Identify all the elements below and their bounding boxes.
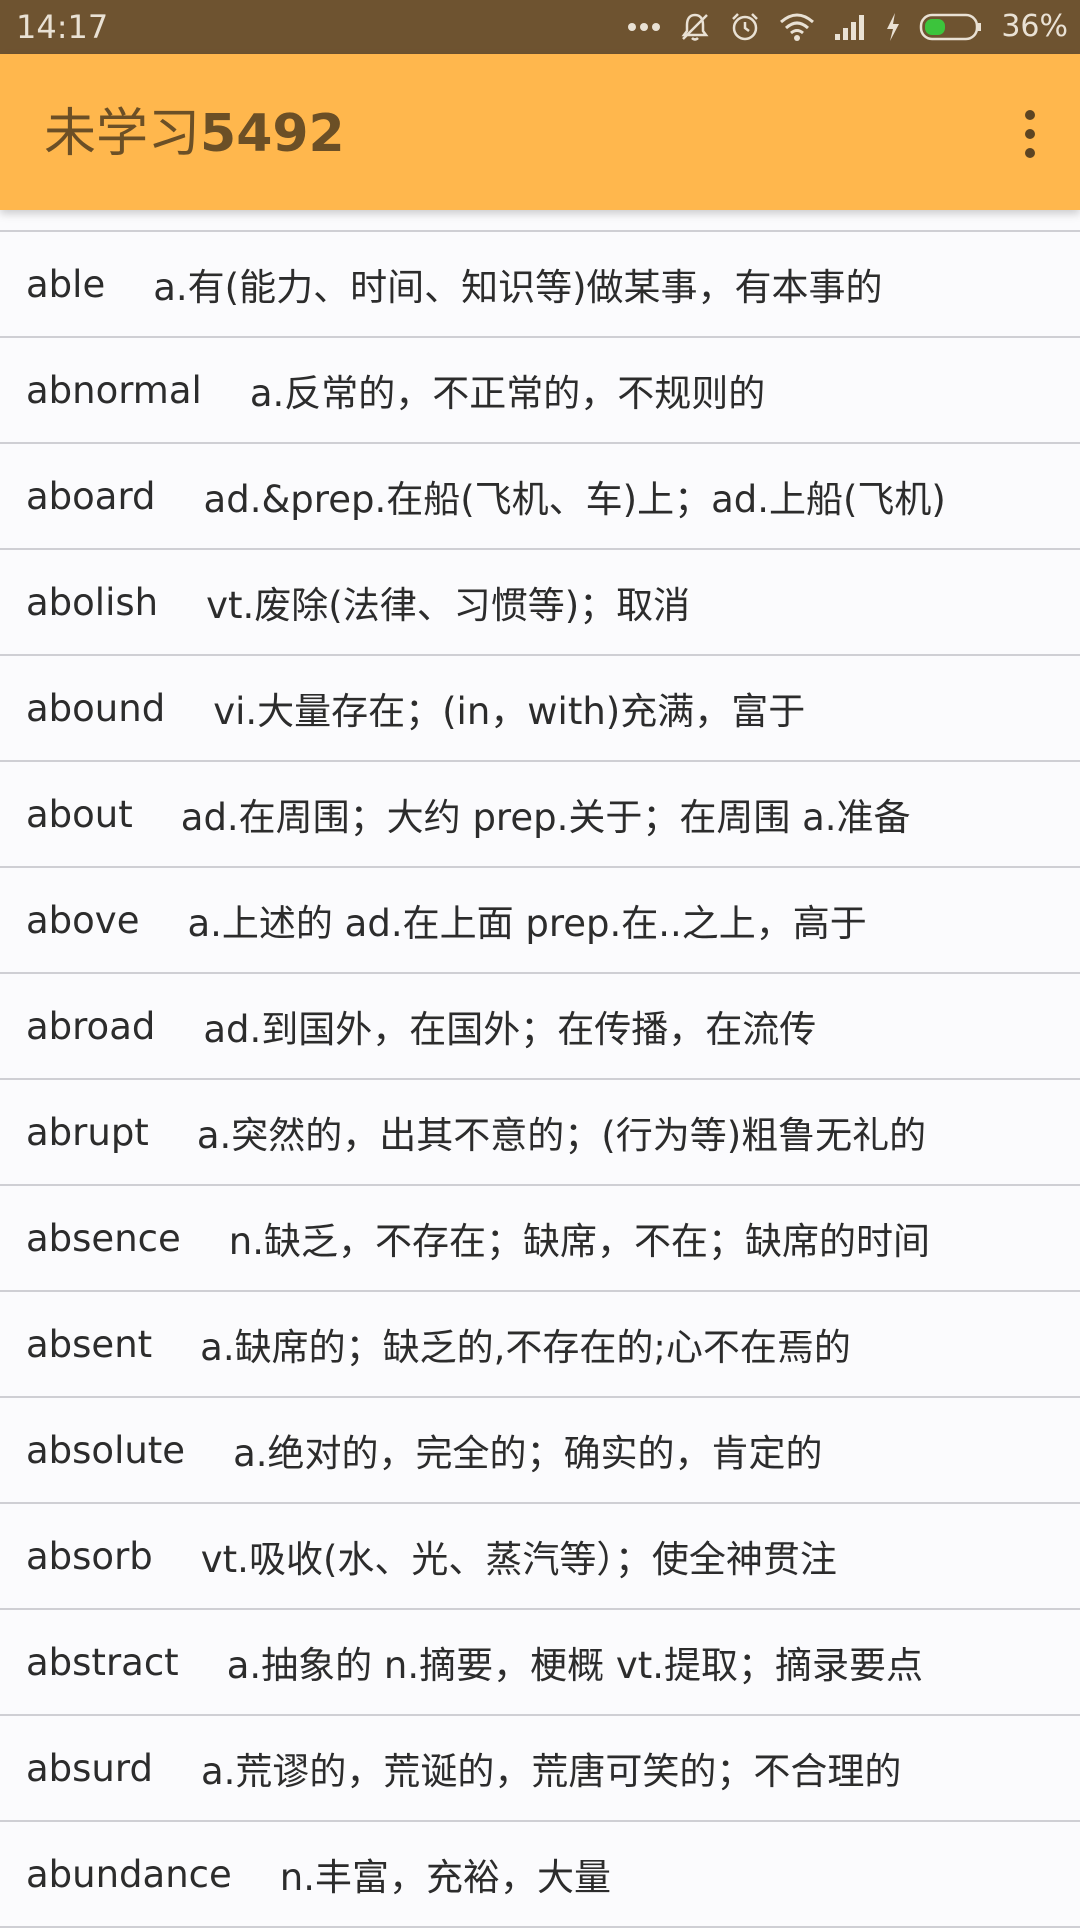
wifi-icon (779, 12, 815, 42)
word-term: abstract (26, 1640, 179, 1684)
word-term: abound (26, 686, 166, 730)
word-meaning: n.缺乏，不存在；缺席，不在；缺席的时间 (228, 1220, 930, 1263)
word-meaning: a.有(能力、时间、知识等)做某事，有本事的 (153, 266, 883, 309)
battery-percent: 36% (1001, 9, 1068, 44)
list-top-gap (0, 210, 1080, 232)
list-item[interactable]: absent a.缺席的；缺乏的,不存在的;心不在焉的 (0, 1292, 1080, 1398)
word-term: absent (26, 1322, 153, 1366)
more-vert-icon (1025, 129, 1035, 139)
word-meaning: ad.在周围；大约 prep.关于；在周围 a.准备 (180, 796, 911, 839)
word-term: abundance (26, 1852, 232, 1896)
word-meaning: a.缺席的；缺乏的,不存在的;心不在焉的 (200, 1326, 851, 1369)
charging-icon (885, 12, 901, 42)
word-term: aboard (26, 474, 156, 518)
word-meaning: a.上述的 ad.在上面 prep.在..之上，高于 (187, 902, 867, 945)
overflow-menu-button[interactable] (1010, 104, 1050, 164)
mute-icon (679, 11, 711, 43)
more-vert-icon (1025, 148, 1035, 158)
list-item[interactable]: abolish vt.废除(法律、习惯等)；取消 (0, 550, 1080, 656)
status-icons: 36% (627, 8, 1068, 46)
unlearned-count: 5492 (200, 104, 345, 164)
word-term: abroad (26, 1004, 156, 1048)
word-meaning: a.突然的，出其不意的；(行为等)粗鲁无礼的 (196, 1114, 927, 1157)
list-item[interactable]: abroad ad.到国外，在国外；在传播，在流传 (0, 974, 1080, 1080)
word-meaning: a.抽象的 n.摘要，梗概 vt.提取；摘录要点 (226, 1644, 924, 1687)
list-item[interactable]: absorb vt.吸收(水、光、蒸汽等）；使全神贯注 (0, 1504, 1080, 1610)
word-term: absorb (26, 1534, 153, 1578)
more-dots-icon (627, 22, 661, 32)
word-meaning: ad.&prep.在船(飞机、车)上；ad.上船(飞机) (203, 478, 946, 521)
list-item[interactable]: absence n.缺乏，不存在；缺席，不在；缺席的时间 (0, 1186, 1080, 1292)
word-meaning: vt.废除(法律、习惯等)；取消 (206, 584, 691, 627)
word-meaning: vt.吸收(水、光、蒸汽等）；使全神贯注 (200, 1538, 837, 1581)
word-meaning: vi.大量存在；(in，with)充满，富于 (213, 690, 806, 733)
list-item[interactable]: abstract a.抽象的 n.摘要，梗概 vt.提取；摘录要点 (0, 1610, 1080, 1716)
app-bar: 未学习5492 (0, 54, 1080, 210)
word-term: abnormal (26, 368, 202, 412)
more-vert-icon (1025, 110, 1035, 120)
list-item[interactable]: abrupt a.突然的，出其不意的；(行为等)粗鲁无礼的 (0, 1080, 1080, 1186)
word-term: above (26, 898, 140, 942)
battery-icon (919, 12, 983, 42)
word-term: absence (26, 1216, 181, 1260)
list-item[interactable]: able a.有(能力、时间、知识等)做某事，有本事的 (0, 232, 1080, 338)
list-item[interactable]: abnormal a.反常的，不正常的，不规则的 (0, 338, 1080, 444)
list-item[interactable]: about ad.在周围；大约 prep.关于；在周围 a.准备 (0, 762, 1080, 868)
word-meaning: a.绝对的，完全的；确实的，肯定的 (233, 1432, 823, 1475)
alarm-icon (729, 11, 761, 43)
word-term: able (26, 262, 106, 306)
word-meaning: a.反常的，不正常的，不规则的 (249, 372, 766, 415)
status-bar: 14:17 36% (0, 0, 1080, 54)
word-term: about (26, 792, 133, 836)
status-time: 14:17 (16, 8, 109, 46)
list-item[interactable]: abundance n.丰富，充裕，大量 (0, 1822, 1080, 1928)
word-meaning: a.荒谬的，荒诞的，荒唐可笑的；不合理的 (200, 1750, 902, 1793)
list-item[interactable]: absolute a.绝对的，完全的；确实的，肯定的 (0, 1398, 1080, 1504)
word-term: abolish (26, 580, 159, 624)
list-item[interactable]: aboard ad.&prep.在船(飞机、车)上；ad.上船(飞机) (0, 444, 1080, 550)
word-term: absurd (26, 1746, 153, 1790)
signal-icon (833, 12, 867, 42)
word-list[interactable]: able a.有(能力、时间、知识等)做某事，有本事的 abnormal a.反常的，… (0, 210, 1080, 1928)
list-item[interactable]: absurd a.荒谬的，荒诞的，荒唐可笑的；不合理的 (0, 1716, 1080, 1822)
list-item[interactable]: abound vi.大量存在；(in，with)充满，富于 (0, 656, 1080, 762)
page-title-label: 未学习 (44, 104, 201, 164)
page-title: 未学习5492 (44, 103, 345, 165)
word-meaning: n.丰富，充裕，大量 (279, 1856, 611, 1899)
word-term: absolute (26, 1428, 186, 1472)
word-meaning: ad.到国外，在国外；在传播，在流传 (203, 1008, 817, 1051)
word-term: abrupt (26, 1110, 149, 1154)
list-item[interactable]: above a.上述的 ad.在上面 prep.在..之上，高于 (0, 868, 1080, 974)
